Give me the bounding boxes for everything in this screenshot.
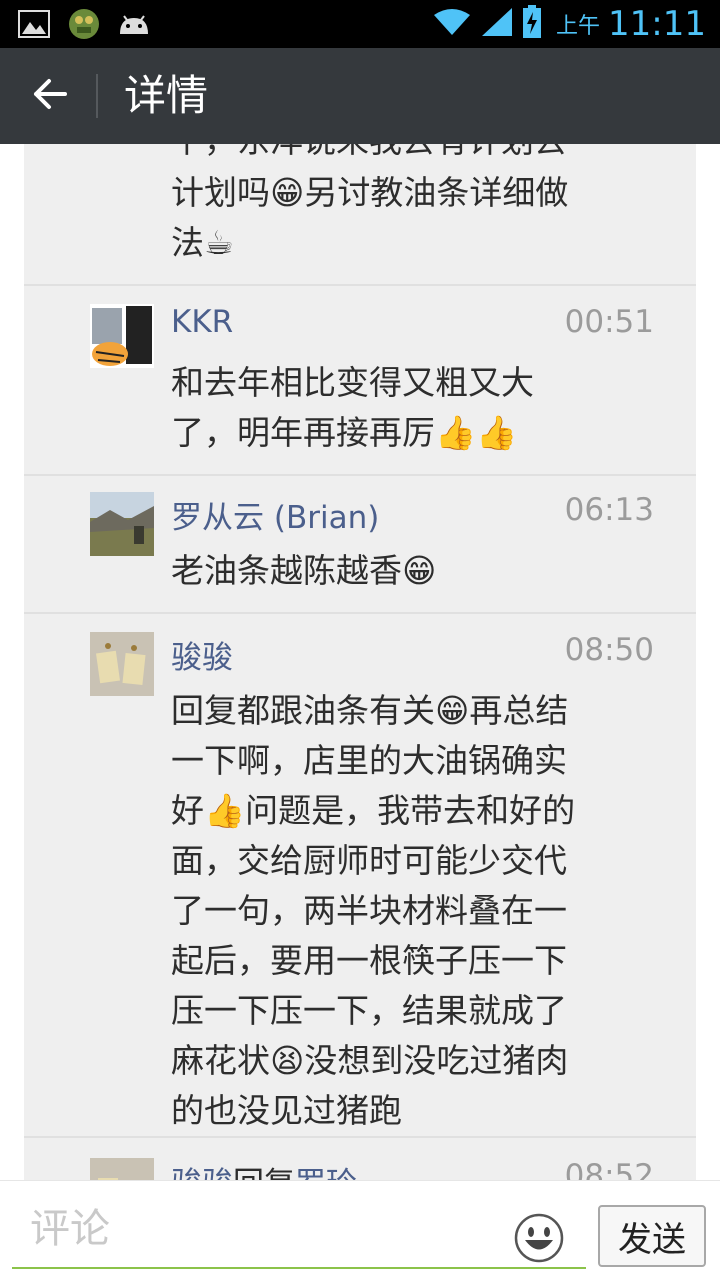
avatar[interactable] [90,1158,154,1180]
status-bar: 上午 11:11 [0,0,720,48]
comment-bar: 发送 [0,1180,720,1281]
status-bar-right: 上午 11:11 [432,0,706,48]
back-button[interactable] [20,66,80,126]
comments-scroll-area[interactable]: 下，东洋说来我去有计划去 计划吗😁另讨教油条详细做 法☕ KKR 00:51 和… [0,144,720,1180]
comment-time: 00:51 [564,304,654,340]
comment-time: 08:52 [564,1158,654,1180]
battery-charging-icon [522,5,542,43]
send-button[interactable]: 发送 [598,1205,706,1267]
android-icon [116,6,152,42]
status-am-pm: 上午 [556,14,601,39]
reply-word: 回复 [233,1166,295,1180]
avatar[interactable] [90,304,154,368]
avatar[interactable] [90,492,154,556]
comment-item: 骏骏回复罗玲 08:52 [24,1138,696,1180]
app-icon [66,6,102,42]
app-bar: 详情 [0,48,720,144]
arrow-left-icon [32,78,68,114]
comment-item: 下，东洋说来我去有计划去 计划吗😁另讨教油条详细做 法☕ [24,144,696,286]
comment-author[interactable]: KKR [171,304,233,340]
comment-partial-line: 下，东洋说来我去有计划去 [171,144,661,166]
smiley-icon[interactable] [514,1213,564,1263]
comment-item: 骏骏 08:50 回复都跟油条有关😁再总结 一下啊，店里的大油锅确实 好👍问题是… [24,614,696,1138]
comment-item: 罗从云 (Brian) 06:13 老油条越陈越香😁 [24,476,696,614]
app-bar-divider [96,74,98,118]
comment-text: 回复都跟油条有关😁再总结 一下啊，店里的大油锅确实 好👍问题是，我带去和好的 面… [171,691,576,1130]
comments-card: 下，东洋说来我去有计划去 计划吗😁另讨教油条详细做 法☕ KKR 00:51 和… [24,144,696,1180]
comment-reply-header: 骏骏回复罗玲 [171,1158,357,1180]
comment-author[interactable]: 罗从云 (Brian) [171,492,379,537]
comment-author[interactable]: 骏骏 [171,1166,233,1180]
reply-target[interactable]: 罗玲 [295,1166,357,1180]
comment-text: 计划吗😁另讨教油条详细做 法☕ [171,173,569,262]
comment-input[interactable] [12,1191,586,1269]
page-title: 详情 [124,71,209,120]
wifi-icon [432,7,472,41]
comment-item: KKR 00:51 和去年相比变得又粗又大 了，明年再接再厉👍👍 [24,286,696,476]
comment-author[interactable]: 骏骏 [171,632,233,677]
comment-text: 和去年相比变得又粗又大 了，明年再接再厉👍👍 [171,363,534,452]
avatar[interactable] [90,632,154,696]
status-bar-left [16,6,152,42]
signal-icon [480,6,514,42]
image-icon [16,6,52,42]
comment-time: 08:50 [564,632,654,668]
status-time: 11:11 [608,4,706,44]
comment-text: 老油条越陈越香😁 [171,551,437,590]
comment-time: 06:13 [564,492,654,528]
